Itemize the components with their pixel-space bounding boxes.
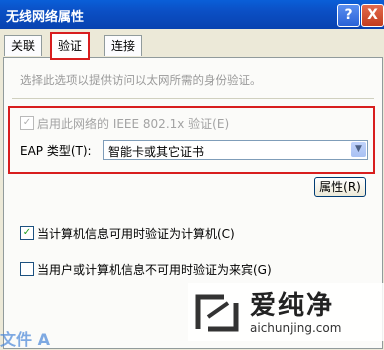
- watermark: 爱纯净 aichunjing.com: [188, 283, 384, 341]
- auth-computer-label: 当计算机信息可用时验证为计算机(C): [37, 227, 235, 241]
- properties-button[interactable]: 属性(R): [314, 177, 366, 197]
- ieee-checkbox[interactable]: ✓: [20, 116, 34, 130]
- watermark-brand: 爱纯净: [250, 291, 335, 321]
- hint-text: 选择此选项以提供访问以太网所需的身份验证。: [20, 73, 262, 87]
- watermark-url: aichunjing.com: [250, 321, 342, 335]
- auth-computer-checkbox[interactable]: ✓: [20, 226, 34, 240]
- bottom-fragment: 文件 A: [0, 330, 50, 349]
- eap-type-label: EAP 类型(T):: [20, 144, 92, 158]
- auth-guest-label: 当用户或计算机信息不可用时验证为来宾(G): [37, 263, 272, 277]
- eap-type-value: 智能卡或其它证书: [108, 145, 205, 159]
- tab-association[interactable]: 关联: [4, 35, 43, 56]
- chevron-down-icon[interactable]: ▼: [351, 142, 366, 157]
- divider: [12, 98, 374, 99]
- ieee-checkbox-label: 启用此网络的 IEEE 802.1x 验证(E): [37, 117, 230, 131]
- window-title: 无线网络属性: [6, 10, 85, 25]
- eap-type-select[interactable]: 智能卡或其它证书 ▼: [103, 140, 368, 160]
- tab-authentication[interactable]: 验证: [50, 32, 91, 60]
- tab-connection[interactable]: 连接: [104, 35, 143, 56]
- close-button[interactable]: X: [361, 4, 384, 27]
- title-bar: 无线网络属性 ? X: [0, 0, 384, 29]
- auth-guest-checkbox[interactable]: [20, 262, 34, 276]
- help-button[interactable]: ?: [337, 4, 360, 27]
- brand-logo-icon: [195, 294, 239, 332]
